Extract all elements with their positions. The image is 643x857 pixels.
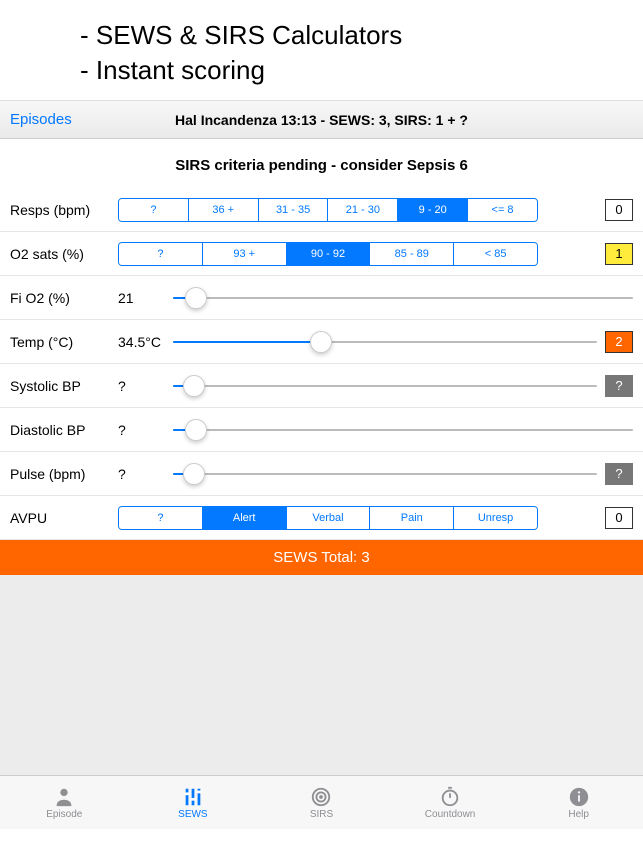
- tab-label: Episode: [46, 809, 82, 820]
- fio2-label: Fi O2 (%): [10, 290, 118, 306]
- avpu-label: AVPU: [10, 510, 118, 526]
- slider-thumb[interactable]: [183, 463, 205, 485]
- seg-option[interactable]: ?: [119, 507, 203, 529]
- target-icon: [309, 786, 333, 808]
- seg-option[interactable]: Verbal: [287, 507, 371, 529]
- slider-thumb[interactable]: [185, 419, 207, 441]
- resps-score: 0: [605, 199, 633, 221]
- stopwatch-icon: [438, 786, 462, 808]
- systolic-label: Systolic BP: [10, 378, 118, 394]
- tab-label: SEWS: [178, 809, 207, 820]
- diastolic-slider[interactable]: [173, 418, 633, 442]
- systolic-slider[interactable]: [173, 374, 597, 398]
- resps-segmented[interactable]: ?36 +31 - 3521 - 309 - 20<= 8: [118, 198, 538, 222]
- nav-title: Hal Incandenza 13:13 - SEWS: 3, SIRS: 1 …: [0, 112, 643, 128]
- seg-option[interactable]: 93 +: [203, 243, 287, 265]
- seg-option[interactable]: 90 - 92: [287, 243, 371, 265]
- row-resps: Resps (bpm) ?36 +31 - 3521 - 309 - 20<= …: [0, 188, 643, 232]
- sliders-icon: [181, 786, 205, 808]
- total-bar: SEWS Total: 3: [0, 540, 643, 575]
- row-diastolic: Diastolic BP ?: [0, 408, 643, 452]
- promo-line-2: - Instant scoring: [80, 53, 643, 88]
- info-icon: [567, 786, 591, 808]
- tab-bar: Episode SEWS SIRS Countdown Help: [0, 775, 643, 829]
- pulse-label: Pulse (bpm): [10, 466, 118, 482]
- fio2-value: 21: [118, 290, 173, 306]
- temp-value: 34.5°C: [118, 334, 173, 350]
- person-icon: [52, 786, 76, 808]
- row-pulse: Pulse (bpm) ? ?: [0, 452, 643, 496]
- resps-label: Resps (bpm): [10, 202, 118, 218]
- avpu-segmented[interactable]: ?AlertVerbalPainUnresp: [118, 506, 538, 530]
- seg-option[interactable]: 31 - 35: [259, 199, 329, 221]
- temp-label: Temp (°C): [10, 334, 118, 350]
- fio2-slider[interactable]: [173, 286, 633, 310]
- systolic-score: ?: [605, 375, 633, 397]
- row-o2: O2 sats (%) ?93 +90 - 9285 - 89< 85 1: [0, 232, 643, 276]
- temp-score: 2: [605, 331, 633, 353]
- slider-thumb[interactable]: [185, 287, 207, 309]
- tab-label: Help: [568, 809, 589, 820]
- seg-option[interactable]: < 85: [454, 243, 537, 265]
- seg-option[interactable]: 9 - 20: [398, 199, 468, 221]
- pulse-score: ?: [605, 463, 633, 485]
- diastolic-label: Diastolic BP: [10, 422, 118, 438]
- slider-thumb[interactable]: [183, 375, 205, 397]
- promo-block: - SEWS & SIRS Calculators - Instant scor…: [0, 0, 643, 100]
- empty-area: [0, 575, 643, 775]
- content-area: SIRS criteria pending - consider Sepsis …: [0, 139, 643, 775]
- promo-line-1: - SEWS & SIRS Calculators: [80, 18, 643, 53]
- row-avpu: AVPU ?AlertVerbalPainUnresp 0: [0, 496, 643, 540]
- systolic-value: ?: [118, 378, 173, 394]
- slider-thumb[interactable]: [310, 331, 332, 353]
- diastolic-value: ?: [118, 422, 173, 438]
- seg-option[interactable]: 21 - 30: [328, 199, 398, 221]
- pulse-slider[interactable]: [173, 462, 597, 486]
- seg-option[interactable]: <= 8: [468, 199, 537, 221]
- seg-option[interactable]: Unresp: [454, 507, 537, 529]
- row-systolic: Systolic BP ? ?: [0, 364, 643, 408]
- tab-label: SIRS: [310, 809, 333, 820]
- seg-option[interactable]: Pain: [370, 507, 454, 529]
- tab-help[interactable]: Help: [514, 776, 643, 829]
- avpu-score: 0: [605, 507, 633, 529]
- pulse-value: ?: [118, 466, 173, 482]
- alert-text: SIRS criteria pending - consider Sepsis …: [0, 153, 643, 188]
- o2-score: 1: [605, 243, 633, 265]
- back-button[interactable]: Episodes: [10, 111, 72, 128]
- tab-sews[interactable]: SEWS: [129, 776, 258, 829]
- row-fio2: Fi O2 (%) 21: [0, 276, 643, 320]
- o2-label: O2 sats (%): [10, 246, 118, 262]
- seg-option[interactable]: 85 - 89: [370, 243, 454, 265]
- tab-sirs[interactable]: SIRS: [257, 776, 386, 829]
- row-temp: Temp (°C) 34.5°C 2: [0, 320, 643, 364]
- seg-option[interactable]: 36 +: [189, 199, 259, 221]
- tab-episode[interactable]: Episode: [0, 776, 129, 829]
- temp-slider[interactable]: [173, 330, 597, 354]
- app-frame: Episodes Hal Incandenza 13:13 - SEWS: 3,…: [0, 100, 643, 829]
- seg-option[interactable]: ?: [119, 243, 203, 265]
- seg-option[interactable]: ?: [119, 199, 189, 221]
- seg-option[interactable]: Alert: [203, 507, 287, 529]
- o2-segmented[interactable]: ?93 +90 - 9285 - 89< 85: [118, 242, 538, 266]
- nav-bar: Episodes Hal Incandenza 13:13 - SEWS: 3,…: [0, 101, 643, 139]
- tab-countdown[interactable]: Countdown: [386, 776, 515, 829]
- tab-label: Countdown: [425, 809, 476, 820]
